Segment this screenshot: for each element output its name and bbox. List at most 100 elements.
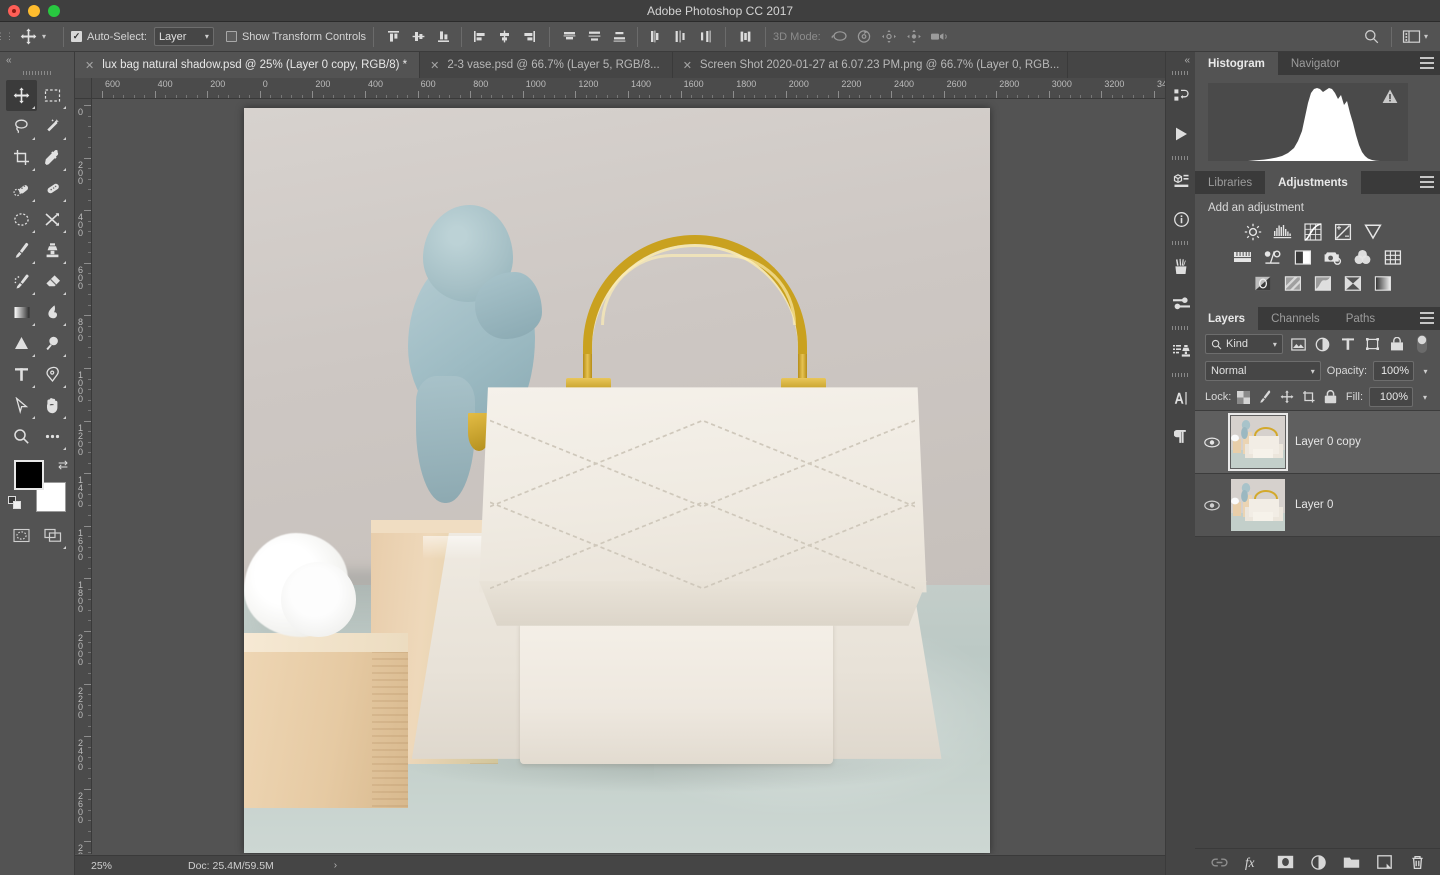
- photo-filter-icon[interactable]: [1322, 247, 1343, 268]
- screen-mode-icon[interactable]: [37, 520, 68, 551]
- posterize-icon[interactable]: [1282, 273, 1303, 294]
- info-panel-icon[interactable]: [1166, 200, 1196, 238]
- tab-navigator[interactable]: Navigator: [1277, 52, 1354, 75]
- spot-healing-brush-tool[interactable]: [6, 173, 37, 204]
- panel-menu-icon[interactable]: [1420, 176, 1434, 188]
- path-selection-tool[interactable]: [6, 390, 37, 421]
- auto-align-layers-button[interactable]: [733, 26, 758, 48]
- new-layer-icon[interactable]: [1376, 854, 1393, 871]
- filter-shape-icon[interactable]: [1363, 334, 1382, 354]
- history-panel-icon[interactable]: [1166, 77, 1196, 115]
- crop-tool[interactable]: [6, 142, 37, 173]
- tab-adjustments[interactable]: Adjustments: [1265, 171, 1361, 194]
- threshold-icon[interactable]: [1312, 273, 1333, 294]
- brightness-contrast-icon[interactable]: [1242, 221, 1263, 242]
- lock-position-icon[interactable]: [1280, 390, 1294, 404]
- paragraph-panel-icon[interactable]: [1166, 417, 1196, 455]
- add-layer-style-icon[interactable]: fx: [1244, 854, 1261, 871]
- exposure-icon[interactable]: [1332, 221, 1353, 242]
- default-colors-icon[interactable]: [8, 496, 22, 510]
- tab-paths[interactable]: Paths: [1332, 307, 1389, 330]
- slide-3d-camera-icon[interactable]: [902, 26, 927, 48]
- tools-collapse-button[interactable]: «: [0, 52, 74, 68]
- distribute-horizontal-centers-button[interactable]: [668, 26, 693, 48]
- gradient-map-icon[interactable]: [1372, 273, 1393, 294]
- layer-thumbnail[interactable]: [1228, 413, 1288, 471]
- edit-toolbar-tool[interactable]: [37, 421, 68, 452]
- document-tab-2[interactable]: ✕ Screen Shot 2020-01-27 at 6.07.23 PM.p…: [672, 52, 1068, 78]
- filter-toggle-switch[interactable]: [1412, 334, 1431, 354]
- align-bottom-edges-button[interactable]: [431, 26, 456, 48]
- auto-select-scope-dropdown[interactable]: Layer ▾: [153, 27, 214, 46]
- search-icon[interactable]: [1359, 26, 1384, 48]
- filter-pixel-icon[interactable]: [1289, 334, 1308, 354]
- eyedropper-tool[interactable]: [37, 142, 68, 173]
- show-transform-controls-checkbox[interactable]: [225, 31, 237, 42]
- status-expand-icon[interactable]: ›: [274, 860, 337, 871]
- layer-name-1[interactable]: Layer 0: [1295, 499, 1333, 511]
- brush-settings-panel-icon[interactable]: [1166, 285, 1196, 323]
- add-layer-mask-icon[interactable]: [1277, 854, 1294, 871]
- tool-preset-chevron-icon[interactable]: ▾: [42, 32, 50, 41]
- tab-histogram[interactable]: Histogram: [1195, 52, 1278, 75]
- distribute-vertical-centers-button[interactable]: [582, 26, 607, 48]
- clone-stamp-tool[interactable]: [37, 235, 68, 266]
- brush-tool[interactable]: [6, 235, 37, 266]
- invert-icon[interactable]: [1252, 273, 1273, 294]
- align-vertical-centers-button[interactable]: [406, 26, 431, 48]
- lock-image-pixels-icon[interactable]: [1258, 390, 1272, 404]
- type-tool[interactable]: [6, 359, 37, 390]
- close-icon[interactable]: ✕: [683, 59, 692, 72]
- distribute-left-edges-button[interactable]: [643, 26, 668, 48]
- horizontal-ruler[interactable]: 600 400 200 0 200 400 600 800 1000 1200 1400 1600 18…: [92, 78, 1165, 99]
- vibrance-icon[interactable]: [1362, 221, 1383, 242]
- blur-smudge-tool[interactable]: [37, 297, 68, 328]
- workspace-switcher-icon[interactable]: [1399, 26, 1424, 48]
- selective-color-icon[interactable]: [1342, 273, 1363, 294]
- lasso-tool[interactable]: [6, 111, 37, 142]
- zoom-level-field[interactable]: 25%: [75, 860, 150, 872]
- lock-all-icon[interactable]: [1324, 390, 1337, 404]
- tab-libraries[interactable]: Libraries: [1195, 171, 1266, 194]
- link-layers-icon[interactable]: [1211, 854, 1228, 871]
- content-aware-move-tool[interactable]: [6, 204, 37, 235]
- align-right-edges-button[interactable]: [517, 26, 542, 48]
- blend-mode-dropdown[interactable]: Normal ▾: [1205, 361, 1321, 381]
- active-tool-picker[interactable]: ▾: [10, 26, 56, 48]
- filter-smart-object-icon[interactable]: [1388, 334, 1407, 354]
- close-icon[interactable]: ✕: [430, 59, 439, 72]
- document-tab-0[interactable]: ✕ lux bag natural shadow.psd @ 25% (Laye…: [75, 52, 421, 78]
- levels-icon[interactable]: [1272, 221, 1293, 242]
- rail-grip-3[interactable]: [1166, 238, 1195, 247]
- panel-menu-icon[interactable]: [1420, 57, 1434, 69]
- orbit-3d-camera-icon[interactable]: [827, 26, 852, 48]
- gradient-tool[interactable]: [6, 297, 37, 328]
- document-canvas[interactable]: [244, 108, 990, 853]
- dodge-tool[interactable]: [6, 328, 37, 359]
- clone-stamp-shuffle-tool[interactable]: [37, 204, 68, 235]
- distribute-bottom-edges-button[interactable]: [607, 26, 632, 48]
- 3d-panel-icon[interactable]: [1166, 162, 1196, 200]
- actions-panel-icon[interactable]: [1166, 115, 1196, 153]
- hand-tool[interactable]: [37, 390, 68, 421]
- align-top-edges-button[interactable]: [381, 26, 406, 48]
- filter-adjustment-icon[interactable]: [1314, 334, 1333, 354]
- quick-mask-mode-icon[interactable]: [6, 520, 37, 551]
- options-bar-grip[interactable]: ⋮⋮: [0, 22, 14, 52]
- layer-name-0[interactable]: Layer 0 copy: [1295, 436, 1361, 448]
- history-brush-tool[interactable]: [6, 266, 37, 297]
- lock-transparent-pixels-icon[interactable]: [1237, 390, 1251, 404]
- auto-select-checkbox[interactable]: [71, 31, 83, 42]
- clone-source-panel-icon[interactable]: [1166, 332, 1196, 370]
- character-panel-icon[interactable]: [1166, 379, 1196, 417]
- pen-tool[interactable]: [37, 359, 68, 390]
- patch-tool[interactable]: [37, 173, 68, 204]
- lock-artboard-nesting-icon[interactable]: [1302, 390, 1316, 404]
- document-tab-1[interactable]: ✕ 2-3 vase.psd @ 66.7% (Layer 5, RGB/8..…: [420, 52, 673, 78]
- brush-panel-icon[interactable]: [1166, 247, 1196, 285]
- distribute-top-edges-button[interactable]: [557, 26, 582, 48]
- foreground-color-swatch[interactable]: [14, 460, 44, 490]
- fill-value-field[interactable]: 100%: [1369, 387, 1413, 407]
- align-horizontal-centers-button[interactable]: [492, 26, 517, 48]
- layer-filter-kind-dropdown[interactable]: Kind ▾: [1205, 334, 1283, 354]
